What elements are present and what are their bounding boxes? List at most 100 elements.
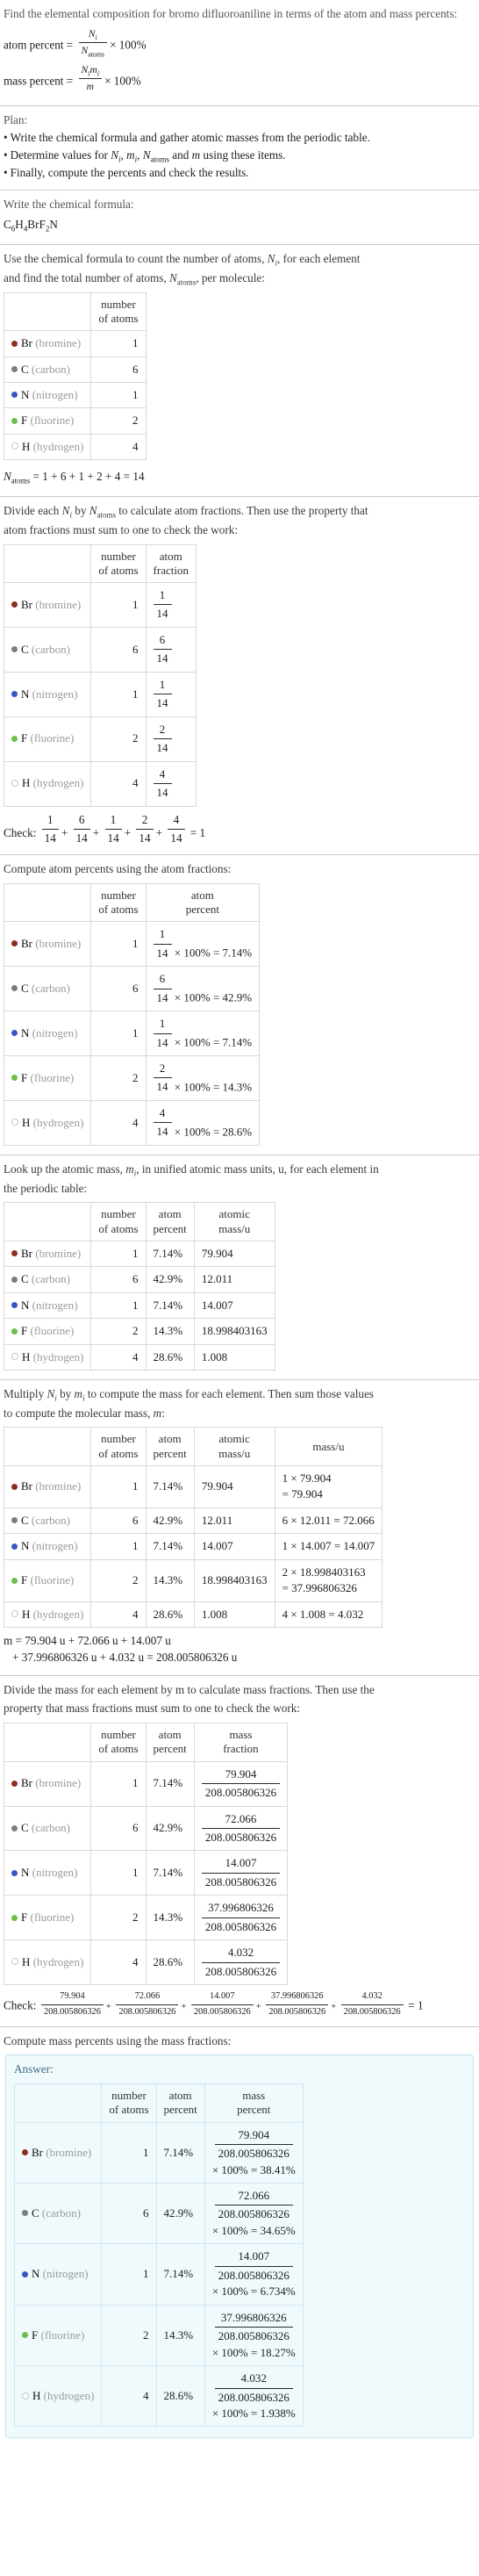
element-symbol: N bbox=[21, 387, 30, 401]
plan-item-text: Finally, compute the percents and check … bbox=[10, 165, 249, 179]
mass-fraction-lead-line1: Divide the mass for each element by m to… bbox=[4, 1682, 375, 1696]
atom-count-value: 1 bbox=[90, 381, 147, 409]
element-cell-br: Br (bromine) bbox=[3, 1464, 92, 1508]
element-cell-f: F (fluorine) bbox=[3, 716, 92, 762]
atom-count-lead-line1: Use the chemical formula to count the nu… bbox=[4, 252, 361, 268]
atom-count-value: 2 bbox=[90, 716, 147, 762]
atom-count-value: 6 bbox=[90, 626, 147, 673]
fraction-numerator: 4 bbox=[159, 766, 166, 781]
element-name: (carbon) bbox=[31, 1513, 70, 1527]
atom-count-value: 6 bbox=[90, 966, 147, 1012]
header-number-of-atoms: number of atoms bbox=[90, 543, 147, 584]
element-color-dot-f bbox=[22, 2332, 28, 2339]
atom-percent-value: 42.9% bbox=[145, 1266, 195, 1293]
table-header-row: number of atoms atom percent mass fraction bbox=[3, 1723, 289, 1762]
atom-count-value: 2 bbox=[90, 1054, 147, 1101]
element-symbol: C bbox=[21, 981, 29, 995]
element-cell-f: F (fluorine) bbox=[3, 407, 92, 435]
element-cell-n: N (nitrogen) bbox=[3, 671, 92, 717]
mass-percent-multiplier: × 100% bbox=[104, 74, 141, 88]
fraction-denominator: 14 bbox=[153, 694, 172, 711]
molecular-mass-sum: m = 79.904 u + 72.066 u + 14.007 u + 37.… bbox=[4, 1633, 475, 1666]
header-atom-fraction: atom fraction bbox=[145, 543, 197, 584]
element-symbol: C bbox=[32, 2205, 39, 2220]
mass-expression: 4 × 1.008 = 4.032 bbox=[274, 1601, 383, 1629]
table-row: F (fluorine) 2 14.3% 18.998403163 2 × 18… bbox=[3, 1558, 383, 1602]
header-number-of-atoms: number of atoms bbox=[90, 1427, 147, 1466]
table-row: N (nitrogen) 1 1 14 × 100% = 7.14% bbox=[3, 1011, 261, 1056]
element-color-dot-n bbox=[22, 2270, 28, 2277]
bullet-icon: • bbox=[4, 131, 8, 145]
atom-percent-expression: 2 14 × 100% = 14.3% bbox=[145, 1054, 261, 1101]
element-color-dot-n bbox=[11, 691, 18, 698]
atom-percent-multiplier: × 100% bbox=[110, 38, 147, 52]
atom-count-value: 2 bbox=[90, 1558, 147, 1602]
atom-fraction-value: 1 14 bbox=[145, 582, 197, 628]
element-symbol: H bbox=[22, 1607, 31, 1621]
header-atomic-mass: atomic mass/u bbox=[193, 1202, 275, 1241]
atom-percent-value: 42.9% bbox=[222, 990, 253, 1004]
atom-percent-formula: atom percent = Ni Natoms × 100% bbox=[4, 27, 475, 59]
element-cell-c: C (carbon) bbox=[3, 1266, 92, 1293]
element-color-dot-h bbox=[22, 2392, 29, 2400]
atom-percent-value: 14.3% bbox=[145, 1895, 195, 1941]
formula-part: C6 bbox=[4, 218, 16, 234]
header-atom-percent: atom percent bbox=[145, 1427, 195, 1466]
element-name: (fluorine) bbox=[40, 2328, 85, 2342]
table-row: C (carbon) 6 42.9% 12.011 6 × 12.011 = 7… bbox=[3, 1507, 383, 1535]
element-name: (hydrogen) bbox=[32, 776, 84, 790]
element-name: (carbon) bbox=[41, 2205, 81, 2220]
atom-count-table: number of atoms Br (bromine) 1 C (carbon)… bbox=[3, 291, 147, 461]
element-name: (carbon) bbox=[31, 642, 70, 656]
header-mass-percent: mass percent bbox=[204, 2083, 304, 2123]
mass-percent-expression: 79.904 208.005806326 × 100% = 38.41% bbox=[204, 2121, 304, 2184]
atom-percent-label: atom percent = bbox=[4, 38, 76, 52]
element-color-dot-f bbox=[11, 1577, 18, 1584]
atom-percent-value: 28.6% bbox=[155, 2365, 205, 2428]
mass-percent-numerator: Nimi bbox=[81, 63, 100, 78]
element-symbol: F bbox=[21, 1573, 28, 1587]
atom-count-value: 1 bbox=[101, 2243, 157, 2306]
table-row: C (carbon) 6 42.9% 72.066 208.005806326 bbox=[3, 1805, 289, 1852]
element-name: (hydrogen) bbox=[32, 1607, 84, 1621]
table-row: Br (bromine) 1 7.14% 79.904 208.005806326… bbox=[13, 2121, 304, 2184]
atom-percent-value: 14.3% bbox=[145, 1318, 195, 1345]
atom-count-value: 1 bbox=[90, 1011, 147, 1056]
element-color-dot-h bbox=[11, 1353, 18, 1361]
element-color-dot-c bbox=[11, 985, 18, 992]
atom-percent-numerator: Ni bbox=[88, 27, 97, 42]
atom-percent-lead: Compute atom percents using the atom fra… bbox=[4, 862, 232, 876]
header-blank bbox=[3, 1427, 92, 1466]
fraction-denominator: 14 bbox=[153, 649, 172, 666]
element-name: (hydrogen) bbox=[32, 1349, 84, 1364]
element-cell-f: F (fluorine) bbox=[3, 1895, 92, 1941]
element-cell-c: C (carbon) bbox=[3, 356, 92, 383]
header-blank bbox=[3, 543, 92, 584]
atom-percent-value: 7.14% bbox=[145, 1240, 195, 1268]
element-color-dot-c bbox=[11, 1517, 18, 1524]
mass-percent-expression: 14.007 208.005806326 × 100% = 6.734% bbox=[204, 2243, 304, 2306]
atom-count-value: 2 bbox=[90, 1318, 147, 1345]
atom-percent-value: 7.14% bbox=[222, 946, 253, 960]
element-name: (fluorine) bbox=[30, 1573, 75, 1587]
formula-part: N bbox=[49, 218, 58, 232]
element-name: (carbon) bbox=[31, 362, 70, 376]
check-result: = 1 bbox=[408, 1998, 424, 2012]
element-symbol: C bbox=[21, 1513, 29, 1527]
answer-pod: Answer: number of atoms atom percent mass p… bbox=[5, 2054, 474, 2439]
table-row: C (carbon) 6 42.9% 72.066 208.005806326 × … bbox=[13, 2182, 304, 2245]
element-cell-f: F (fluorine) bbox=[13, 2304, 103, 2367]
element-cell-br: Br (bromine) bbox=[3, 1760, 92, 1807]
element-cell-f: F (fluorine) bbox=[3, 1318, 92, 1345]
atom-percent-expression: 4 14 × 100% = 28.6% bbox=[145, 1099, 261, 1146]
table-row: H (hydrogen) 4 4 14 bbox=[3, 760, 197, 807]
element-cell-c: C (carbon) bbox=[3, 1507, 92, 1535]
element-color-dot-c bbox=[11, 1276, 18, 1283]
atom-percent-value: 42.9% bbox=[145, 1805, 195, 1852]
header-blank bbox=[3, 1723, 92, 1762]
atom-count-value: 6 bbox=[101, 2182, 157, 2245]
header-number-of-atoms: number of atoms bbox=[90, 882, 147, 923]
element-cell-n: N (nitrogen) bbox=[3, 1533, 92, 1560]
atom-percent-value: 28.6% bbox=[145, 1343, 195, 1371]
table-row: F (fluorine) 2 14.3% 37.996806326 208.005… bbox=[13, 2304, 304, 2367]
